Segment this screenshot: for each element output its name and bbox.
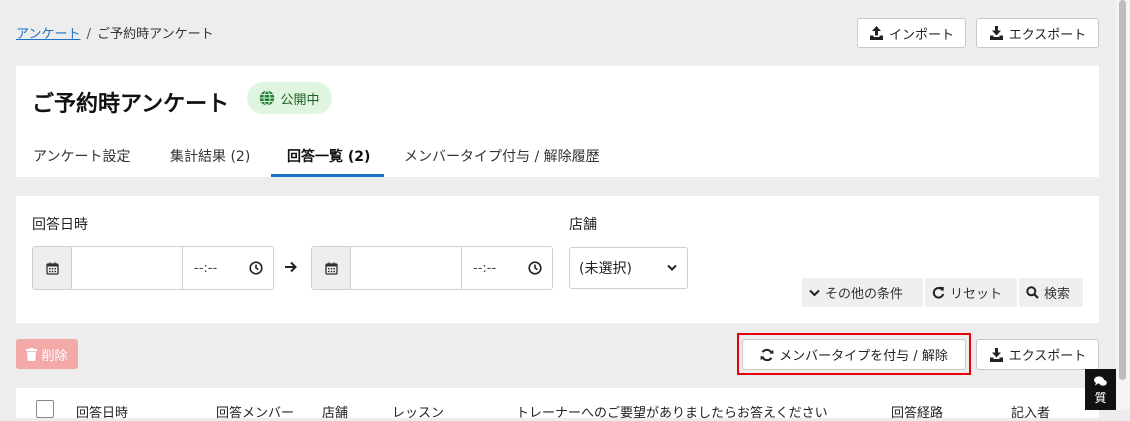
store-select-value: (未選択)	[579, 261, 632, 277]
import-button-label: インポート	[888, 27, 954, 43]
column-header-answer-route[interactable]: 回答経路	[891, 402, 943, 421]
time-from-placeholder: --:--	[194, 260, 218, 276]
download-icon	[989, 347, 1003, 362]
sync-icon	[760, 348, 774, 361]
survey-header-card: ご予約時アンケート 公開中 アンケート設定 集計結果 (2) 回答一覧 (2) …	[16, 66, 1099, 177]
download-icon	[989, 26, 1003, 40]
export-answers-button-label: エクスポート	[1008, 349, 1087, 364]
calendar-icon	[324, 262, 338, 275]
tab-survey-settings[interactable]: アンケート設定	[33, 146, 130, 166]
column-header-store[interactable]: 店舗	[322, 402, 348, 421]
search-button[interactable]: 検索	[1019, 278, 1083, 307]
calendar-icon	[45, 262, 59, 275]
date-from-field[interactable]: --:--	[32, 246, 274, 290]
store-select[interactable]: (未選択)	[569, 247, 688, 289]
tab-member-type-history[interactable]: メンバータイプ付与 / 解除履歴	[404, 146, 600, 166]
breadcrumb-separator: /	[86, 27, 92, 42]
chevron-down-icon	[667, 264, 677, 271]
calendar-to-button[interactable]	[312, 247, 351, 289]
export-answers-button[interactable]: エクスポート	[976, 339, 1099, 370]
breadcrumb-current: ご予約時アンケート	[97, 27, 214, 42]
active-tab-indicator	[271, 174, 384, 177]
member-type-button-label: メンバータイプを付与 / 解除	[779, 349, 948, 364]
status-badge-label: 公開中	[280, 92, 320, 108]
trash-icon	[26, 347, 38, 361]
store-label: 店舗	[569, 217, 597, 233]
column-header-trainer-request[interactable]: トレーナーへのご要望がありましたらお答えください	[516, 402, 866, 421]
search-label: 検索	[1044, 287, 1071, 302]
export-top-button[interactable]: エクスポート	[976, 18, 1099, 48]
chat-widget-label: 質	[1094, 391, 1107, 405]
redo-icon	[932, 286, 945, 299]
page-title: ご予約時アンケート	[32, 92, 230, 117]
delete-button-label: 削除	[41, 348, 68, 364]
reset-button[interactable]: リセット	[925, 278, 1017, 307]
date-from-input[interactable]	[72, 247, 183, 289]
clock-icon	[528, 261, 542, 275]
column-header-lesson[interactable]: レッスン	[392, 402, 444, 421]
more-conditions-label: その他の条件	[825, 287, 904, 302]
export-top-button-label: エクスポート	[1008, 27, 1087, 43]
time-to-placeholder: --:--	[473, 260, 497, 276]
answer-datetime-label: 回答日時	[32, 217, 88, 233]
import-button[interactable]: インポート	[857, 18, 966, 48]
time-to-input[interactable]: --:--	[462, 247, 552, 289]
breadcrumb-link-surveys[interactable]: アンケート	[16, 27, 80, 42]
chat-bubbles-icon	[1094, 376, 1107, 386]
column-header-member[interactable]: 回答メンバー	[216, 402, 294, 421]
date-to-field[interactable]: --:--	[311, 246, 553, 290]
calendar-from-button[interactable]	[33, 247, 72, 289]
scrollbar-thumb[interactable]	[1119, 0, 1126, 380]
breadcrumb: アンケート / ご予約時アンケート	[16, 23, 214, 42]
date-to-input[interactable]	[351, 247, 462, 289]
select-all-checkbox[interactable]	[36, 400, 54, 418]
answers-table-header: 回答日時 回答メンバー 店舗 レッスン トレーナーへのご要望がありましたらお答え…	[16, 388, 1099, 421]
search-icon	[1026, 286, 1039, 299]
column-header-author[interactable]: 記入者	[1011, 402, 1050, 421]
status-badge: 公開中	[247, 82, 332, 114]
arrow-right-icon	[285, 261, 297, 273]
chat-widget[interactable]: 質	[1085, 369, 1116, 410]
member-type-button[interactable]: メンバータイプを付与 / 解除	[742, 339, 966, 370]
reset-label: リセット	[950, 287, 1003, 302]
delete-button[interactable]: 削除	[16, 339, 78, 369]
tab-answer-list[interactable]: 回答一覧 (2)	[287, 146, 370, 166]
filter-panel: 回答日時 --:-- --:-- 店舗 (未選択) その他の条件 リセット 検索	[16, 196, 1099, 323]
globe-icon	[260, 90, 275, 106]
column-header-answer-datetime[interactable]: 回答日時	[76, 402, 128, 421]
upload-icon	[869, 26, 883, 40]
tab-aggregate-results[interactable]: 集計結果 (2)	[170, 146, 250, 166]
chevron-down-icon	[809, 289, 820, 296]
clock-icon	[249, 261, 263, 275]
time-from-input[interactable]: --:--	[183, 247, 273, 289]
more-conditions-button[interactable]: その他の条件	[802, 278, 923, 307]
